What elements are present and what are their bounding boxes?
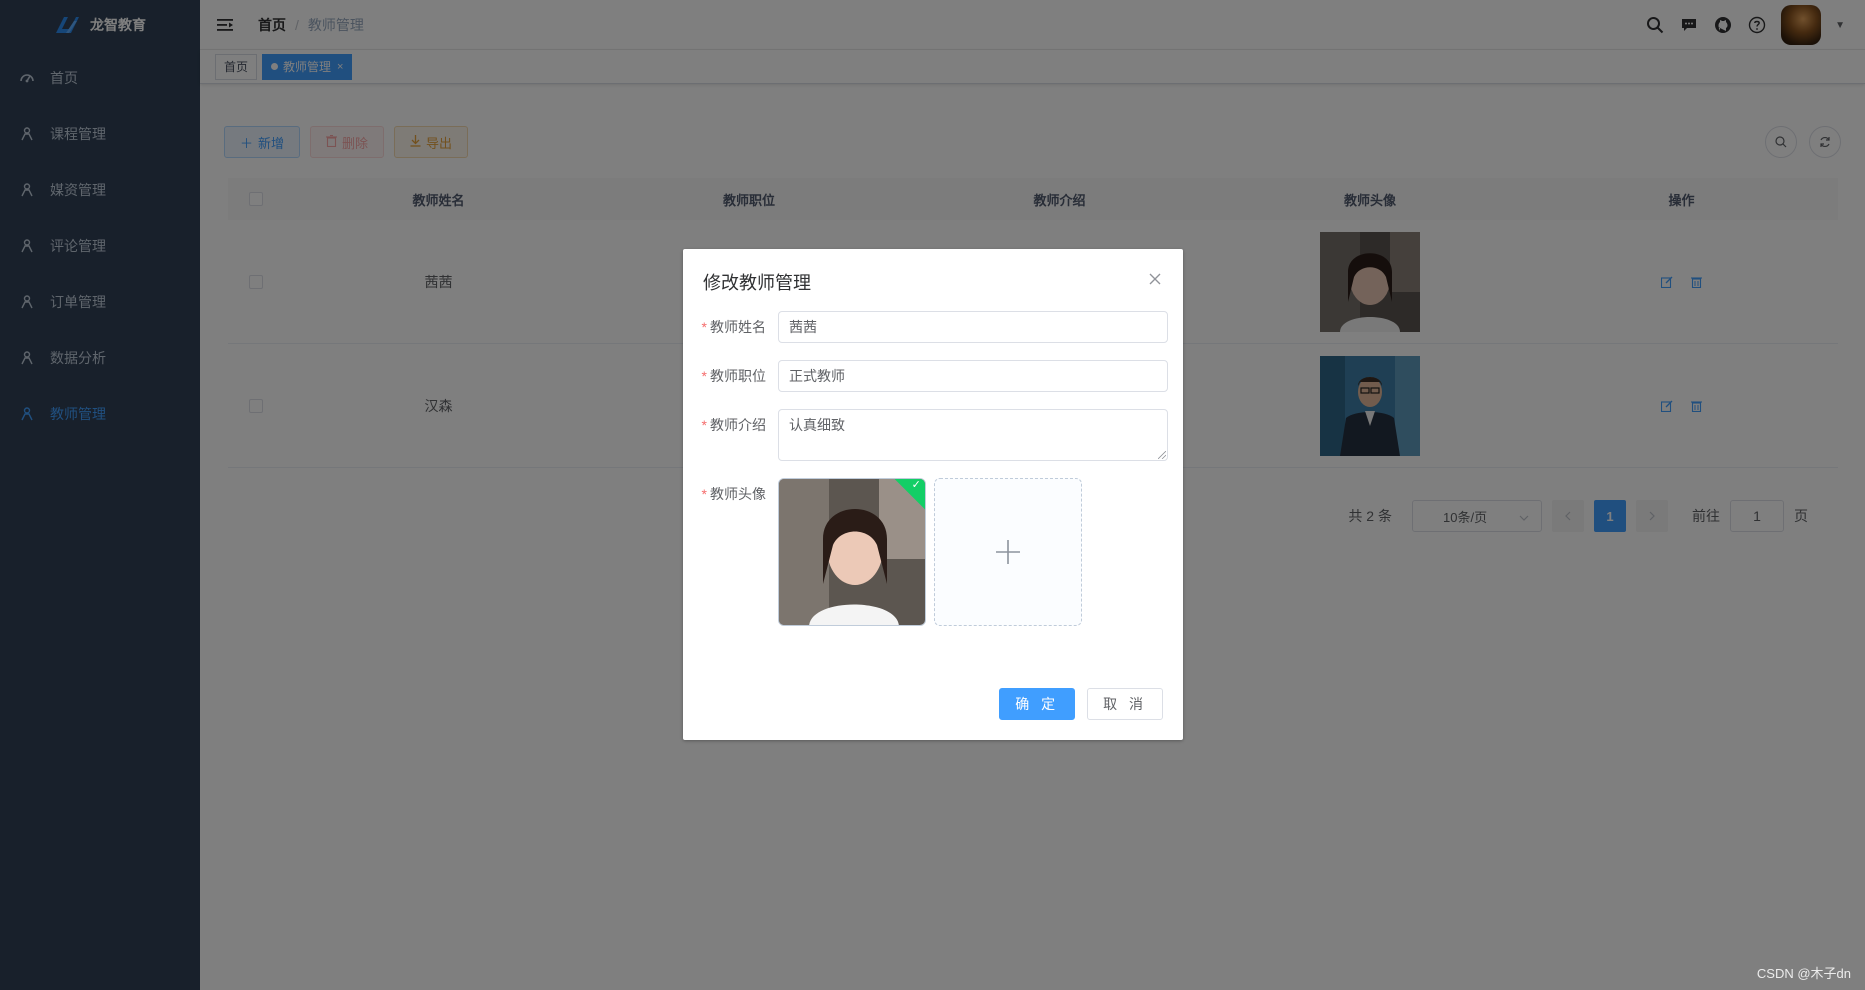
form-label-text: 教师介绍: [710, 417, 766, 433]
form-item-intro: * 教师介绍 认真细致: [698, 409, 1168, 461]
form-label-text: 教师姓名: [710, 319, 766, 335]
required-mark: *: [701, 417, 707, 433]
dialog-header: 修改教师管理: [683, 249, 1183, 305]
form-label: * 教师职位: [698, 360, 778, 392]
cancel-button[interactable]: 取 消: [1087, 688, 1163, 720]
edit-teacher-dialog: 修改教师管理 * 教师姓名 茜茜 * 教师职位 正式教师 * 教师介绍 认真细致 * 教…: [683, 249, 1183, 740]
plus-icon: [996, 540, 1020, 564]
form-label: * 教师姓名: [698, 311, 778, 343]
teacher-name-input[interactable]: 茜茜: [778, 311, 1168, 343]
required-mark: *: [701, 319, 707, 335]
required-mark: *: [701, 486, 707, 502]
form-label-text: 教师头像: [710, 486, 766, 502]
form-label: * 教师介绍: [698, 409, 778, 461]
upload-trigger[interactable]: [934, 478, 1082, 626]
form-item-position: * 教师职位 正式教师: [698, 360, 1168, 392]
avatar-upload: ✓: [778, 478, 1082, 626]
dialog-footer: 确 定 取 消: [999, 688, 1163, 720]
form-item-name: * 教师姓名 茜茜: [698, 311, 1168, 343]
required-mark: *: [701, 368, 707, 384]
uploaded-avatar[interactable]: ✓: [778, 478, 926, 626]
close-icon[interactable]: [1147, 271, 1163, 287]
form-label: * 教师头像: [698, 478, 778, 626]
form-item-avatar: * 教师头像 ✓: [698, 478, 1168, 626]
resize-grip-icon[interactable]: [1158, 451, 1166, 459]
teacher-intro-textarea[interactable]: 认真细致: [778, 409, 1168, 461]
textarea-value: 认真细致: [789, 417, 845, 433]
uploaded-avatar-image: [779, 479, 925, 625]
check-icon: ✓: [911, 478, 921, 491]
confirm-button[interactable]: 确 定: [999, 688, 1076, 720]
form-label-text: 教师职位: [710, 368, 766, 384]
dialog-title: 修改教师管理: [703, 273, 811, 293]
teacher-position-input[interactable]: 正式教师: [778, 360, 1168, 392]
watermark: CSDN @木子dn: [1756, 966, 1851, 981]
teacher-form: *教师姓名 茜茜 *教师职位 正式教师 *教师介绍 认真细致 *教师头像: [683, 305, 1183, 626]
